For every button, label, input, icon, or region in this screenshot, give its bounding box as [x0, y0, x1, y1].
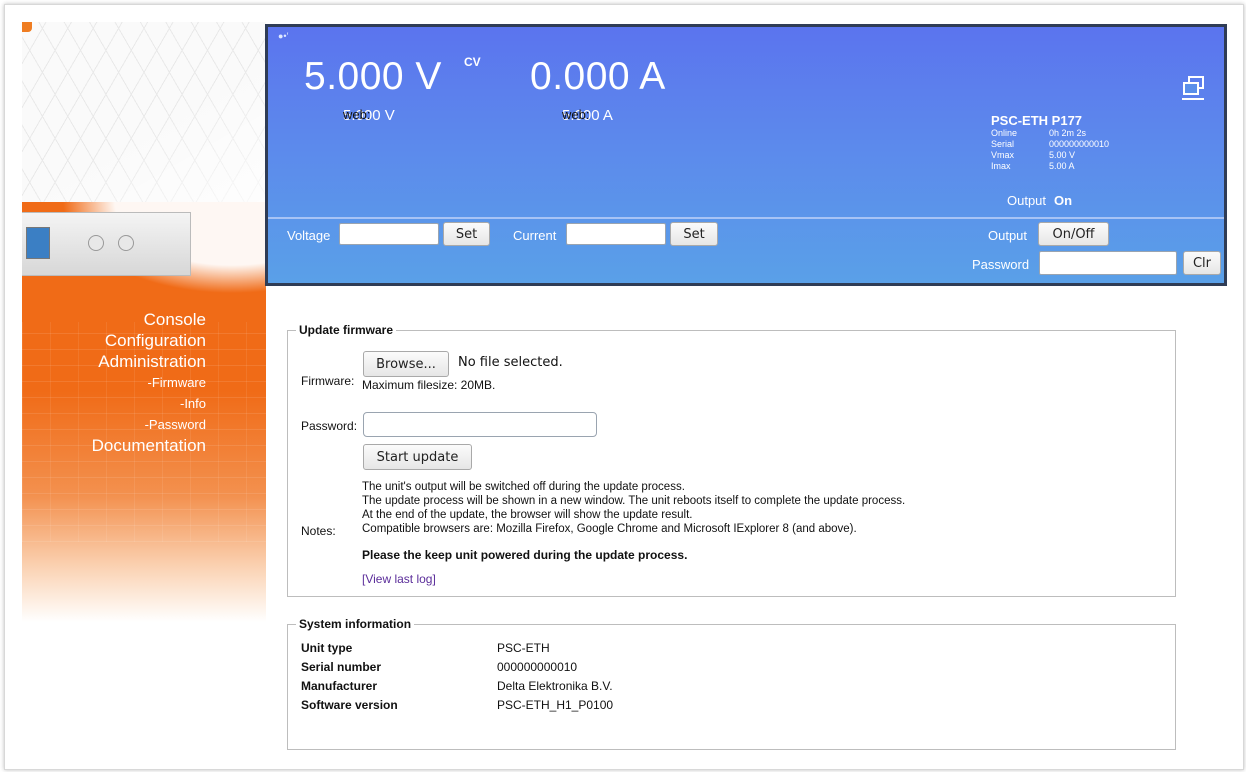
output-onoff-button[interactable]: On/Off — [1038, 222, 1109, 246]
system-information-section: System information Unit type PSC-ETH Seri… — [287, 617, 1176, 750]
power-supply-image — [22, 212, 191, 276]
output-state: Output On — [1007, 193, 1072, 208]
nav-info[interactable]: -Info — [92, 393, 206, 414]
max-filesize-note: Maximum filesize: 20MB. — [362, 378, 496, 392]
brand-logo-icon — [22, 22, 32, 32]
system-info-table: Unit type PSC-ETH Serial number 0000000000… — [301, 638, 613, 714]
table-row: Unit type PSC-ETH — [301, 640, 550, 655]
voltage-set-button[interactable]: Set — [443, 222, 490, 246]
connection-indicator-icon: ●•′ — [278, 31, 289, 41]
info-row: Vmax 5.00 V — [991, 150, 1076, 160]
current-label: Current — [513, 228, 557, 243]
keep-powered-warning: Please the keep unit powered during the … — [362, 548, 688, 562]
table-row: Serial number 000000000010 — [301, 659, 578, 674]
firmware-label: Firmware: — [301, 374, 355, 388]
device-knob-icon — [118, 235, 134, 251]
web-voltage: web: 5.000 V — [343, 107, 395, 124]
output-state-value: On — [1054, 193, 1073, 208]
firmware-password-label: Password: — [301, 419, 358, 433]
device-info-table: Online 0h 2m 2s Serial 000000000010 Vmax 5.… — [991, 128, 1109, 172]
monitor-windows-icon[interactable] — [1182, 75, 1206, 101]
nav-administration[interactable]: Administration — [92, 351, 206, 372]
panel-password-label: Password — [972, 257, 1030, 272]
note-line: Compatible browsers are: Mozilla Firefox… — [362, 523, 857, 535]
file-status: No file selected. — [458, 355, 563, 370]
current-input[interactable] — [566, 223, 666, 245]
nav-firmware[interactable]: -Firmware — [92, 372, 207, 393]
web-label: web: — [562, 107, 590, 122]
start-update-button[interactable]: Start update — [363, 444, 472, 470]
panel-divider — [268, 217, 1224, 219]
note-line: The unit's output will be switched off d… — [362, 481, 685, 493]
nav-console[interactable]: Console — [92, 309, 206, 330]
update-firmware-section: Update firmware Firmware: Browse... No f… — [287, 323, 1176, 597]
current-set-button[interactable]: Set — [670, 222, 718, 246]
device-info: PSC-ETH P177 Online 0h 2m 2s Serial 000000… — [991, 113, 1109, 172]
update-firmware-legend: Update firmware — [296, 323, 397, 337]
update-notes: The unit's output will be switched off d… — [362, 480, 905, 562]
nav-password[interactable]: -Password — [92, 414, 206, 435]
firmware-password-input[interactable] — [363, 412, 597, 437]
nav-documentation[interactable]: Documentation — [92, 435, 206, 456]
clear-password-button[interactable]: Clr — [1183, 251, 1221, 275]
info-row: Online 0h 2m 2s — [991, 128, 1087, 138]
browse-button[interactable]: Browse... — [363, 351, 449, 377]
info-row: Imax 5.00 A — [991, 161, 1075, 171]
output-state-label: Output — [1007, 193, 1047, 208]
notes-label: Notes: — [301, 524, 336, 538]
note-line: The update process will be shown in a ne… — [362, 495, 906, 507]
device-display-icon — [26, 227, 50, 259]
table-row: Manufacturer Delta Elektronika B.V. — [301, 678, 613, 693]
web-current: web: 5.000 A — [562, 107, 613, 124]
info-row: Serial 000000000010 — [991, 139, 1110, 149]
voltage-label: Voltage — [287, 228, 331, 243]
table-row: Software version PSC-ETH_H1_P0100 — [301, 697, 614, 712]
current-readout: 0.000 A — [530, 55, 666, 98]
web-label: web: — [343, 107, 371, 122]
voltage-input[interactable] — [339, 223, 439, 245]
note-line: At the end of the update, the browser wi… — [362, 509, 693, 521]
mode-indicator: CV — [464, 55, 481, 69]
device-name: PSC-ETH P177 — [991, 113, 1083, 128]
sidebar: Console Configuration Administration -Fi… — [22, 22, 266, 622]
system-information-legend: System information — [296, 617, 415, 631]
output-control-label: Output — [988, 228, 1028, 243]
device-knob-icon — [88, 235, 104, 251]
nav-configuration[interactable]: Configuration — [92, 330, 206, 351]
status-panel: ●•′ 5.000 V CV 0.000 A web: 5.000 V web: 5… — [265, 24, 1227, 286]
voltage-readout: 5.000 V — [304, 55, 442, 98]
view-last-log-link[interactable]: [View last log] — [362, 572, 436, 586]
sidebar-nav: Console Configuration Administration -Fi… — [92, 309, 206, 456]
panel-password-input[interactable] — [1039, 251, 1177, 275]
